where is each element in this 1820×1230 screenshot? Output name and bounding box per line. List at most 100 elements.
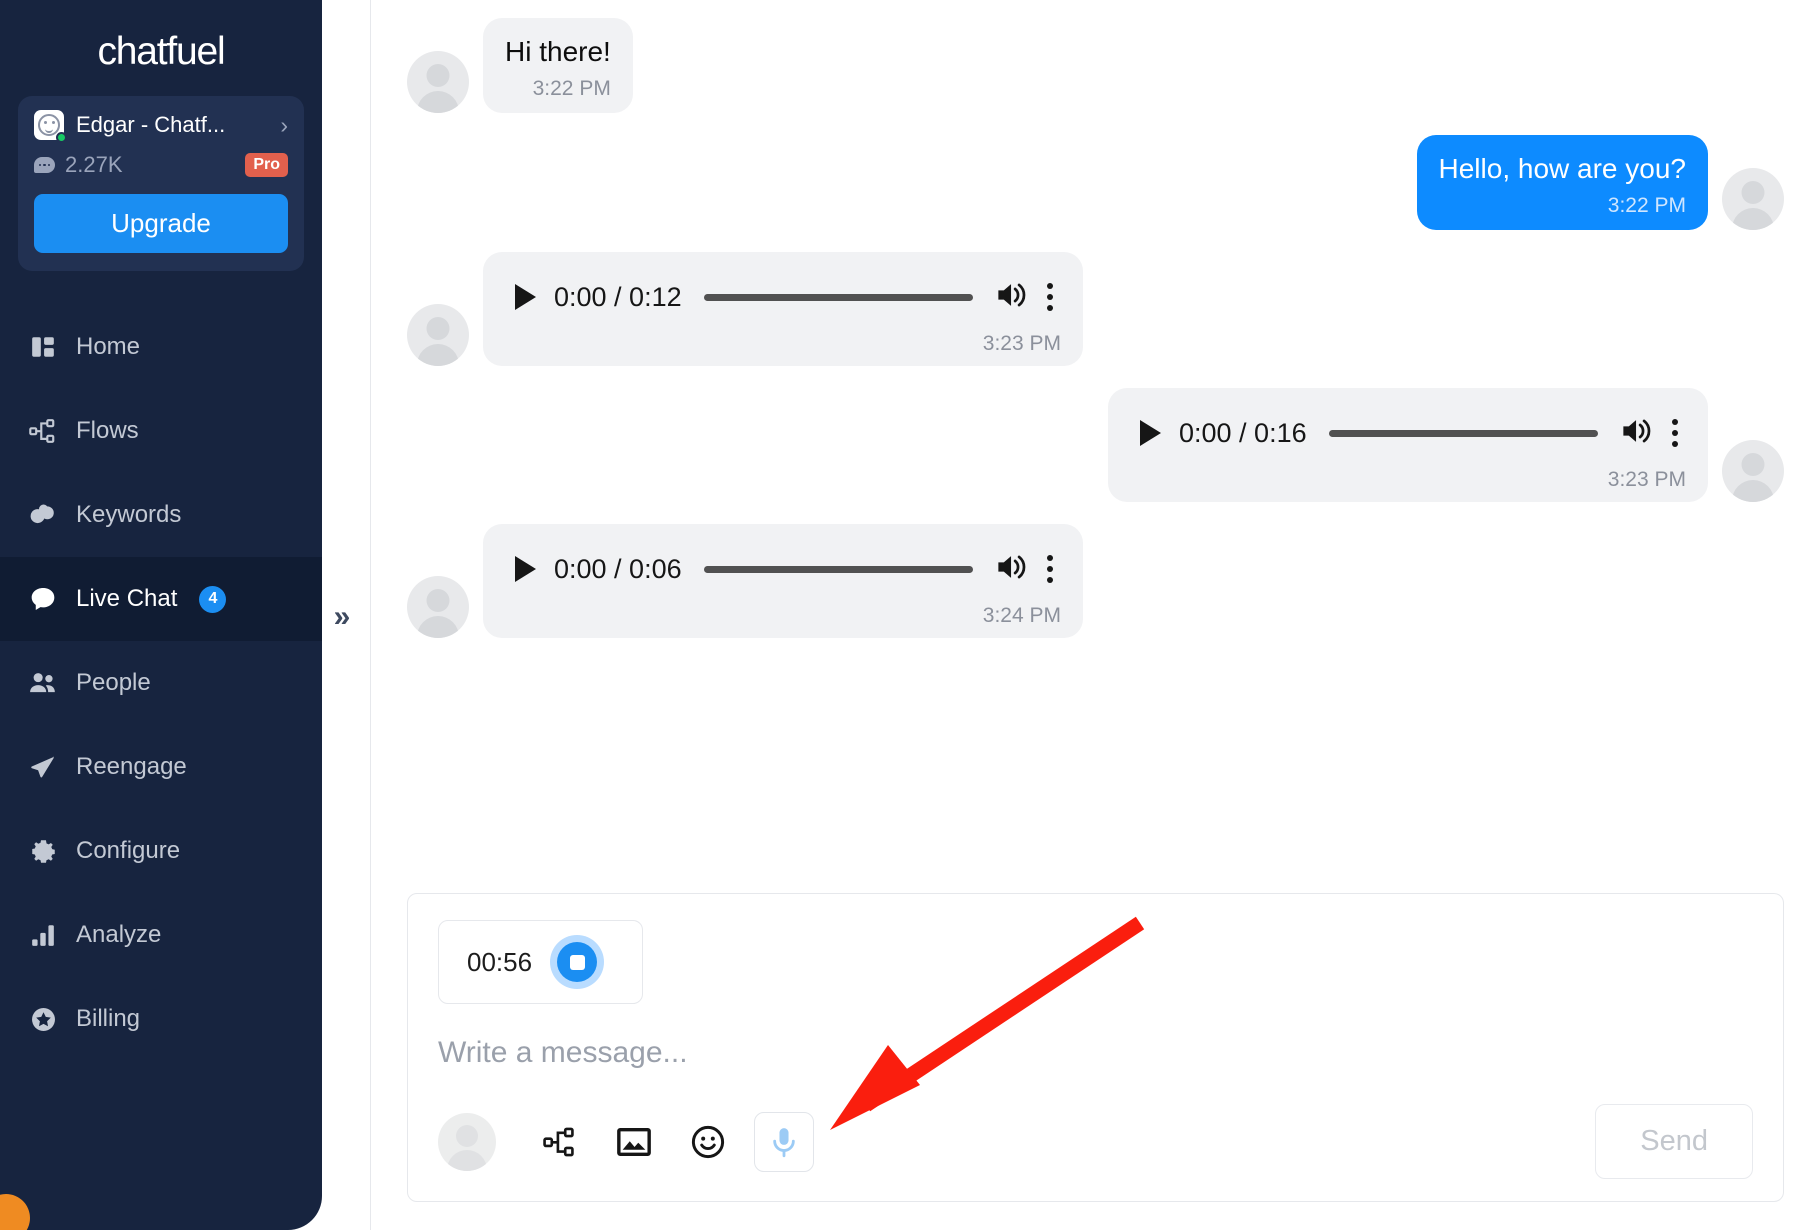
audio-time-readout: 0:00 / 0:06 <box>554 553 682 584</box>
help-launcher-button[interactable] <box>0 1194 30 1230</box>
voice-recording-chip: 00:56 <box>438 920 643 1004</box>
audio-player[interactable]: 0:00 / 0:06 <box>501 538 1065 600</box>
message-bubble-audio-incoming[interactable]: 0:00 / 0:06 3:24 PM <box>483 524 1083 638</box>
volume-icon[interactable] <box>1620 416 1654 451</box>
gear-icon <box>28 836 58 866</box>
plan-badge: Pro <box>245 153 288 177</box>
flows-icon <box>28 416 58 446</box>
account-card[interactable]: Edgar - Chatf... › 2.27K Pro Upgrade <box>18 96 304 271</box>
sidebar-nav: Home Flows Keywords Live Chat 4 People R… <box>0 305 322 1061</box>
play-icon[interactable] <box>515 556 536 582</box>
sidebar-item-label: Home <box>76 333 141 360</box>
stop-recording-button[interactable] <box>550 935 605 989</box>
paper-plane-icon <box>28 752 58 782</box>
account-meta: 2.27K Pro <box>34 152 288 178</box>
composer-wrapper: 00:56 Write a message... Send <box>371 893 1820 1230</box>
keywords-icon <box>28 500 58 530</box>
online-status-dot <box>56 132 67 143</box>
send-button[interactable]: Send <box>1595 1104 1753 1179</box>
avatar <box>407 51 469 113</box>
play-icon[interactable] <box>1140 420 1161 446</box>
audio-player[interactable]: 0:00 / 0:12 <box>501 266 1065 328</box>
sidebar-item-billing[interactable]: Billing <box>0 977 322 1061</box>
message-row: Hi there! 3:22 PM <box>407 18 1784 113</box>
recording-elapsed-time: 00:56 <box>467 946 533 977</box>
message-bubble-incoming[interactable]: Hi there! 3:22 PM <box>483 18 633 113</box>
message-input[interactable] <box>438 1004 1753 1104</box>
composer-toolbar: Send <box>438 1104 1753 1179</box>
emoji-icon[interactable] <box>680 1114 736 1170</box>
sidebar-item-live-chat[interactable]: Live Chat 4 <box>0 557 322 641</box>
avatar <box>34 110 67 143</box>
message-row: 0:00 / 0:12 3:23 PM <box>407 252 1784 366</box>
sidebar-item-analyze[interactable]: Analyze <box>0 893 322 977</box>
avatar <box>1722 440 1784 502</box>
sidebar-item-label: Reengage <box>76 753 187 780</box>
message-timestamp: 3:23 PM <box>982 332 1061 355</box>
audio-progress-slider[interactable] <box>1328 429 1598 437</box>
chevron-right-icon[interactable]: › <box>280 113 288 137</box>
message-timestamp: 3:22 PM <box>1607 194 1686 217</box>
message-text: Hello, how are you? <box>1438 153 1686 184</box>
message-bubble-outgoing[interactable]: Hello, how are you? 3:22 PM <box>1416 135 1708 230</box>
message-bubble-audio-incoming[interactable]: 0:00 / 0:12 3:23 PM <box>483 252 1083 366</box>
message-thread[interactable]: Hi there! 3:22 PM Hello, how are you? 3:… <box>371 0 1820 893</box>
chat-bubble-icon <box>34 157 55 173</box>
sidebar-item-home[interactable]: Home <box>0 305 322 389</box>
sidebar-item-configure[interactable]: Configure <box>0 809 322 893</box>
audio-time-readout: 0:00 / 0:16 <box>1179 417 1307 448</box>
more-options-icon[interactable] <box>1672 419 1678 447</box>
sidebar-item-label: Configure <box>76 837 181 864</box>
live-chat-unread-badge: 4 <box>199 585 227 613</box>
bar-chart-icon <box>28 920 58 950</box>
avatar <box>1722 168 1784 230</box>
sidebar-item-label: Analyze <box>76 921 162 948</box>
upgrade-button[interactable]: Upgrade <box>34 194 288 253</box>
more-options-icon[interactable] <box>1047 283 1053 311</box>
microphone-icon[interactable] <box>754 1111 814 1172</box>
sidebar: chatfuel Edgar - Chatf... › 2.27K Pro Up… <box>0 0 322 1230</box>
avatar <box>407 576 469 638</box>
sidebar-item-label: Live Chat <box>76 585 178 612</box>
audio-progress-slider[interactable] <box>703 293 973 301</box>
chat-panel: Hi there! 3:22 PM Hello, how are you? 3:… <box>370 0 1820 1230</box>
star-circle-icon <box>28 1004 58 1034</box>
message-bubble-audio-outgoing[interactable]: 0:00 / 0:16 3:23 PM <box>1108 388 1708 502</box>
avatar <box>438 1112 496 1171</box>
sidebar-item-people[interactable]: People <box>0 641 322 725</box>
message-row: Hello, how are you? 3:22 PM <box>407 135 1784 230</box>
sidebar-item-label: Keywords <box>76 501 182 528</box>
sidebar-item-keywords[interactable]: Keywords <box>0 473 322 557</box>
volume-icon[interactable] <box>995 552 1029 587</box>
audio-player[interactable]: 0:00 / 0:16 <box>1126 402 1690 464</box>
chat-bubble-icon <box>28 584 58 614</box>
sidebar-item-label: Billing <box>76 1005 141 1032</box>
message-text: Hi there! <box>505 36 611 67</box>
brand-name: chatfuel <box>97 30 226 73</box>
message-timestamp: 3:22 PM <box>532 77 611 100</box>
people-icon <box>28 668 58 698</box>
message-composer: 00:56 Write a message... Send <box>407 893 1784 1202</box>
image-icon[interactable] <box>606 1114 662 1170</box>
message-row: 0:00 / 0:16 3:23 PM <box>407 388 1784 502</box>
audio-time-readout: 0:00 / 0:12 <box>554 281 682 312</box>
chatfuel-live-chat-app: chatfuel Edgar - Chatf... › 2.27K Pro Up… <box>0 0 1820 1230</box>
dashboard-icon <box>28 332 58 362</box>
sidebar-item-reengage[interactable]: Reengage <box>0 725 322 809</box>
play-icon[interactable] <box>515 284 536 310</box>
message-timestamp: 3:23 PM <box>1607 468 1686 491</box>
conversation-count: 2.27K <box>65 152 123 177</box>
more-options-icon[interactable] <box>1047 555 1053 583</box>
sidebar-collapse-toggle[interactable]: » <box>324 600 360 634</box>
message-timestamp: 3:24 PM <box>982 604 1061 627</box>
sidebar-item-flows[interactable]: Flows <box>0 389 322 473</box>
sidebar-item-label: Flows <box>76 417 139 444</box>
account-row[interactable]: Edgar - Chatf... › <box>34 110 288 143</box>
flow-block-icon[interactable] <box>532 1114 588 1170</box>
sidebar-item-label: People <box>76 669 151 696</box>
volume-icon[interactable] <box>995 280 1029 315</box>
brand-logo[interactable]: chatfuel <box>0 0 322 96</box>
audio-progress-slider[interactable] <box>703 565 973 573</box>
avatar <box>407 304 469 366</box>
message-row: 0:00 / 0:06 3:24 PM <box>407 524 1784 638</box>
